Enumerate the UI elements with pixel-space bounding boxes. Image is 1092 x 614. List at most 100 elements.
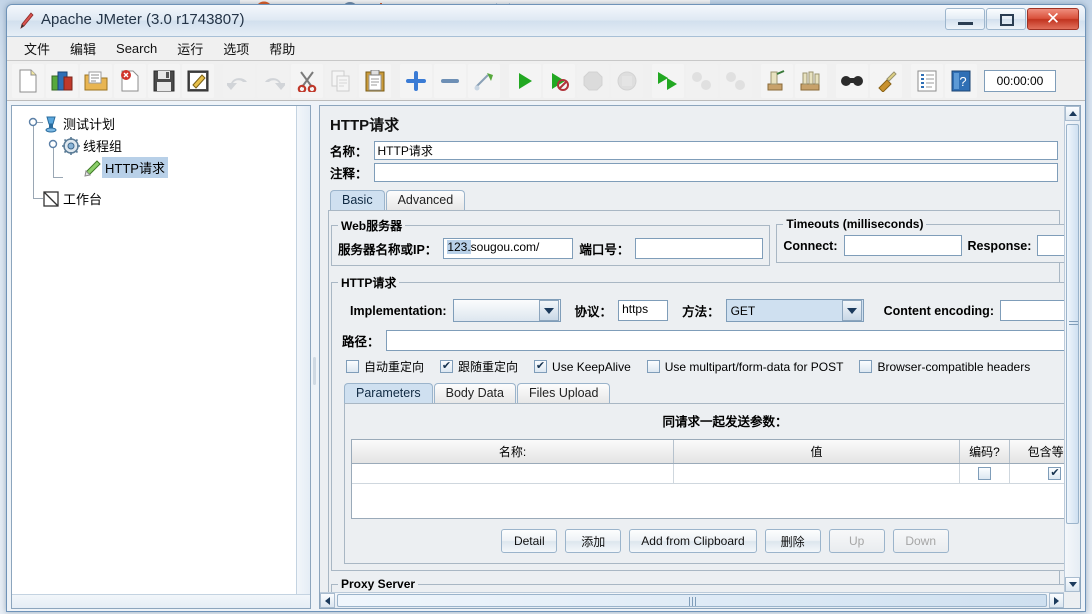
- start-no-timers-icon[interactable]: [543, 63, 575, 98]
- add-from-clipboard-button[interactable]: Add from Clipboard: [629, 529, 757, 553]
- checkbox-label: 自动重定向: [364, 360, 425, 374]
- connect-timeout-input[interactable]: [843, 235, 962, 256]
- tab-basic[interactable]: Basic: [330, 190, 385, 210]
- checkbox-auto-redirect[interactable]: 自动重定向: [346, 358, 424, 375]
- shutdown-icon: [611, 63, 643, 98]
- close-icon: ✕: [1045, 9, 1061, 28]
- close-button[interactable]: ✕: [1027, 8, 1079, 30]
- paste-icon[interactable]: [359, 63, 391, 98]
- menu-options[interactable]: 选项: [214, 36, 258, 61]
- name-field-row: 名称： HTTP请求: [330, 141, 1058, 160]
- detail-button[interactable]: Detail: [501, 529, 558, 553]
- scroll-up-button[interactable]: [1065, 106, 1080, 121]
- elapsed-timer: 00:00:00: [984, 69, 1056, 92]
- server-name-input[interactable]: 123.sougou.com/: [443, 238, 574, 259]
- horizontal-scroll-thumb[interactable]: [337, 594, 1047, 607]
- checkbox-follow-redirects[interactable]: ✔ 跟随重定向: [440, 358, 518, 375]
- checkbox-label: 跟随重定向: [458, 360, 519, 374]
- cut-icon[interactable]: [291, 63, 323, 98]
- menu-search[interactable]: Search: [107, 38, 166, 59]
- basic-advanced-tabstrip: Basic Advanced: [330, 188, 1064, 210]
- search-icon[interactable]: [836, 63, 868, 98]
- tab-files-upload[interactable]: Files Upload: [516, 383, 611, 403]
- menu-run[interactable]: 运行: [168, 36, 212, 61]
- vertical-scroll-thumb[interactable]: [1066, 124, 1079, 524]
- close-icon[interactable]: [114, 63, 146, 98]
- scroll-right-button[interactable]: [1049, 593, 1064, 608]
- cell-value[interactable]: [674, 464, 960, 483]
- protocol-input[interactable]: https: [618, 300, 669, 321]
- delete-button[interactable]: 删除: [764, 529, 821, 553]
- help-icon[interactable]: ?: [945, 63, 977, 98]
- tab-body-data[interactable]: Body Data: [433, 383, 516, 403]
- add-button[interactable]: 添加: [565, 529, 622, 553]
- implementation-label: Implementation:: [350, 303, 447, 318]
- request-options-row: 自动重定向 ✔ 跟随重定向 ✔ Use KeepAlive Use multip…: [346, 358, 1064, 375]
- comment-input[interactable]: [373, 163, 1058, 182]
- toolbar: ? 00:00:00: [7, 61, 1085, 101]
- function-helper-icon[interactable]: [911, 63, 943, 98]
- collapse-all-icon[interactable]: [434, 63, 466, 98]
- table-row[interactable]: ✔: [352, 464, 1064, 484]
- tree-node-workbench[interactable]: 工作台: [42, 188, 105, 209]
- response-timeout-label: Response:: [967, 238, 1032, 253]
- maximize-button[interactable]: [986, 8, 1026, 30]
- open-icon[interactable]: [80, 63, 112, 98]
- start-icon[interactable]: [509, 63, 541, 98]
- toggle-icon[interactable]: [468, 63, 500, 98]
- proxy-server-legend: Proxy Server: [341, 577, 416, 591]
- path-label: 路径：: [342, 335, 380, 349]
- table-empty-area: [352, 484, 1064, 518]
- tree-node-label: HTTP请求: [102, 157, 168, 178]
- checkbox-use-keepalive[interactable]: ✔ Use KeepAlive: [534, 360, 631, 374]
- scroll-down-button[interactable]: [1065, 577, 1080, 592]
- minimize-button[interactable]: [945, 8, 985, 30]
- implementation-select[interactable]: [452, 299, 561, 322]
- server-name-label: 服务器名称或IP：: [338, 243, 438, 257]
- templates-icon[interactable]: [46, 63, 78, 98]
- chevron-down-icon: [538, 300, 559, 321]
- tree-node-thread-group[interactable]: 线程组: [62, 135, 125, 156]
- save-icon[interactable]: [148, 63, 180, 98]
- menu-edit[interactable]: 编辑: [61, 36, 105, 61]
- editor-horizontal-scrollbar[interactable]: [320, 592, 1064, 608]
- cell-name[interactable]: [352, 464, 674, 483]
- tree-node-test-plan[interactable]: 测试计划: [42, 113, 118, 134]
- editor-vertical-scrollbar[interactable]: [1064, 106, 1080, 592]
- clear-icon[interactable]: [761, 63, 793, 98]
- tree-expand-handle-test-plan[interactable]: [28, 117, 39, 128]
- path-input[interactable]: [385, 330, 1064, 351]
- cell-encode[interactable]: [960, 464, 1010, 483]
- tab-parameters[interactable]: Parameters: [344, 383, 433, 403]
- clear-all-icon[interactable]: [795, 63, 827, 98]
- timeouts-legend: Timeouts (milliseconds): [786, 217, 924, 231]
- save-as-icon[interactable]: [182, 63, 214, 98]
- tab-advanced[interactable]: Advanced: [385, 190, 466, 210]
- search-reset-icon[interactable]: [870, 63, 902, 98]
- tree-horizontal-scrollbar[interactable]: [12, 594, 310, 608]
- tree-vertical-scrollbar[interactable]: [296, 106, 310, 608]
- port-input[interactable]: [635, 238, 764, 259]
- tree-node-http-request[interactable]: HTTP请求: [82, 157, 168, 178]
- new-icon[interactable]: [12, 63, 44, 98]
- content-encoding-label: Content encoding:: [883, 303, 994, 318]
- name-input[interactable]: HTTP请求: [373, 141, 1058, 160]
- panel-splitter[interactable]: [311, 101, 319, 611]
- expand-all-icon[interactable]: [400, 63, 432, 98]
- toolbar-separator: [392, 64, 399, 98]
- parameters-caption: 同请求一起发送参数：: [662, 415, 788, 429]
- response-timeout-input[interactable]: [1037, 235, 1064, 256]
- checkbox-multipart[interactable]: Use multipart/form-data for POST: [646, 360, 843, 374]
- tree-expand-handle-thread-group[interactable]: [48, 139, 59, 150]
- scroll-left-button[interactable]: [320, 593, 335, 608]
- cell-include-equals[interactable]: ✔: [1010, 464, 1064, 483]
- content-encoding-input[interactable]: [999, 300, 1064, 321]
- checkbox-browser-compatible-headers[interactable]: Browser-compatible headers: [859, 360, 1030, 374]
- parameters-table[interactable]: 名称: 值 编码? 包含等于? ✔: [351, 439, 1064, 519]
- window-title: Apache JMeter (3.0 r1743807): [41, 11, 245, 28]
- method-select[interactable]: GET: [725, 299, 864, 322]
- remote-start-icon[interactable]: [652, 63, 684, 98]
- menu-help[interactable]: 帮助: [260, 36, 304, 61]
- menu-file[interactable]: 文件: [15, 36, 59, 61]
- test-plan-tree[interactable]: 测试计划 线程组 HTTP请求 工作台: [11, 105, 311, 609]
